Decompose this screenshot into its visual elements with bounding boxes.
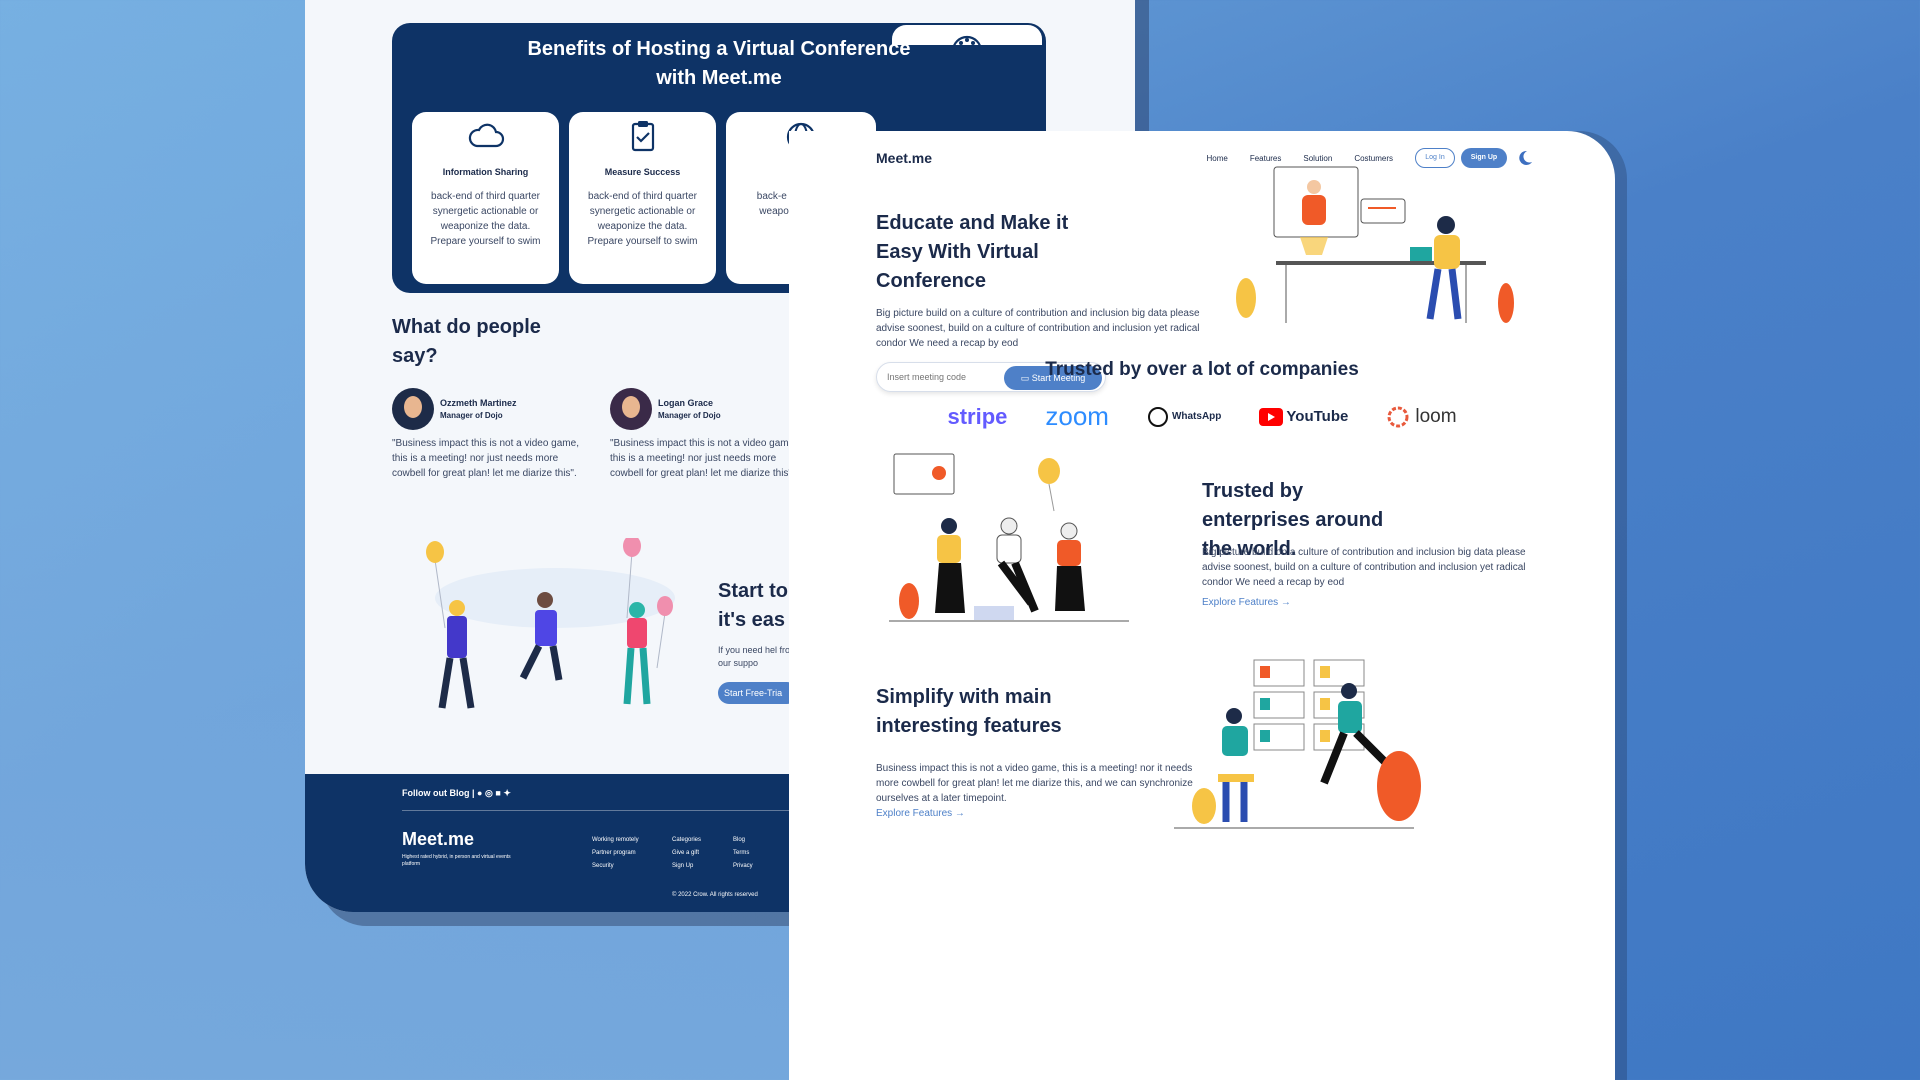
features-illustration xyxy=(1174,659,1421,829)
footer-link[interactable]: Partner program xyxy=(592,847,639,860)
testimonial-quote: "Business impact this is not a video gam… xyxy=(610,438,797,479)
enterprises-description: Big picture build on a culture of contri… xyxy=(1202,547,1526,588)
footer-link[interactable]: Privacy xyxy=(733,860,753,873)
loom-logo: loom xyxy=(1386,405,1457,429)
twitter-icon[interactable]: ✦ xyxy=(503,788,511,798)
footer-link[interactable]: Security xyxy=(592,860,639,873)
footer-link[interactable]: Terms xyxy=(733,847,753,860)
features-description: Business impact this is not a video game… xyxy=(876,763,1193,804)
loom-label: loom xyxy=(1415,405,1457,427)
benefit-title: Information Sharing xyxy=(442,167,529,177)
testimonial: Logan Grace Manager of Dojo "Business im… xyxy=(610,388,800,481)
nav-costumers[interactable]: Costumers xyxy=(1354,154,1393,163)
company-logos: stripe zoom WhatsApp YouTube loom xyxy=(789,401,1615,432)
footer-tagline: Highest rated hybrid, in person and virt… xyxy=(402,854,511,867)
trusted-title: Trusted by over a lot of companies xyxy=(1045,359,1359,380)
benefit-desc: back-end of third quarter synergetic act… xyxy=(587,191,698,247)
nav-solution[interactable]: Solution xyxy=(1303,154,1332,163)
footer-blog-text: Follow out Blog | xyxy=(402,788,475,798)
loom-icon xyxy=(1387,406,1409,427)
explore-features-link[interactable]: Explore Features → xyxy=(876,808,965,819)
footer-brand: Meet.me xyxy=(402,829,475,849)
benefit-desc: back-end of third quarter synergetic act… xyxy=(430,191,541,247)
youtube-logo: YouTube xyxy=(1259,407,1349,426)
avatar xyxy=(392,388,434,430)
clipboard-check-icon xyxy=(631,121,654,152)
nav-features[interactable]: Features xyxy=(1250,154,1282,163)
stripe-logo: stripe xyxy=(947,403,1008,429)
nav-links: Home Features Solution Costumers xyxy=(1206,154,1393,163)
facebook-icon[interactable]: ● xyxy=(477,788,482,798)
hero-title: Educate and Make it Easy With Virtual Co… xyxy=(876,212,1069,292)
footer-blog-label: Follow out Blog | ● ◎ ■ ✦ xyxy=(402,788,511,799)
features-title: Simplify with main interesting features xyxy=(876,686,1062,737)
cloud-icon xyxy=(468,123,504,148)
nav-home[interactable]: Home xyxy=(1206,154,1227,163)
benefit-card: Information Sharing back-end of third qu… xyxy=(412,112,559,284)
front-page-preview: Meet.me Home Features Solution Costumers… xyxy=(789,131,1615,1080)
testimonials-title: What do people say? xyxy=(392,316,541,367)
hero-description: Big picture build on a culture of contri… xyxy=(876,308,1200,349)
logo[interactable]: Meet.me xyxy=(876,150,932,166)
start-title: Start to it's eas xyxy=(718,580,788,631)
start-free-trial-button[interactable]: Start Free-Tria xyxy=(718,682,798,704)
start-subtitle: If you need hel from our suppo xyxy=(718,645,798,668)
testimonial: Ozzmeth Martinez Manager of Dojo "Busine… xyxy=(392,388,582,481)
benefit-card: Measure Success back-end of third quarte… xyxy=(569,112,716,284)
footer-link[interactable]: Categories xyxy=(672,834,701,847)
zoom-logo: zoom xyxy=(1045,401,1109,431)
whatsapp-logo: WhatsApp xyxy=(1147,406,1221,428)
celebration-illustration xyxy=(426,538,675,709)
footer-link[interactable]: Blog xyxy=(733,834,753,847)
whatsapp-label: WhatsApp xyxy=(1171,411,1222,422)
testimonial-role: Manager of Dojo xyxy=(658,411,721,420)
instagram-icon[interactable]: ◎ xyxy=(485,788,493,798)
testimonial-quote: "Business impact this is not a video gam… xyxy=(392,438,579,479)
footer-copyright: © 2022 Crow. All rights reserved xyxy=(672,892,758,898)
footer-link[interactable]: Working remotely xyxy=(592,834,639,847)
footer-link[interactable]: Sign Up xyxy=(672,860,701,873)
avatar xyxy=(610,388,652,430)
team-illustration xyxy=(889,453,1129,622)
testimonial-name: Ozzmeth Martinez xyxy=(440,398,517,408)
hero-illustration xyxy=(1236,166,1514,323)
benefit-title: Measure Success xyxy=(604,167,681,177)
testimonial-role: Manager of Dojo xyxy=(440,411,503,420)
footer-link[interactable]: Give a gift xyxy=(672,847,701,860)
youtube-label: YouTube xyxy=(1286,408,1349,425)
whatsapp-icon xyxy=(1147,406,1168,427)
testimonial-name: Logan Grace xyxy=(658,398,714,408)
footer-column: Blog Terms Privacy xyxy=(733,834,753,873)
footer-column: Working remotely Partner program Securit… xyxy=(592,834,639,873)
footer-column: Categories Give a gift Sign Up xyxy=(672,834,701,873)
explore-features-link[interactable]: Explore Features → xyxy=(1202,597,1291,608)
youtube-icon xyxy=(1259,407,1284,426)
palette-icon xyxy=(951,35,983,51)
benefit-card-partial xyxy=(892,25,1042,51)
linkedin-icon[interactable]: ■ xyxy=(495,788,500,798)
